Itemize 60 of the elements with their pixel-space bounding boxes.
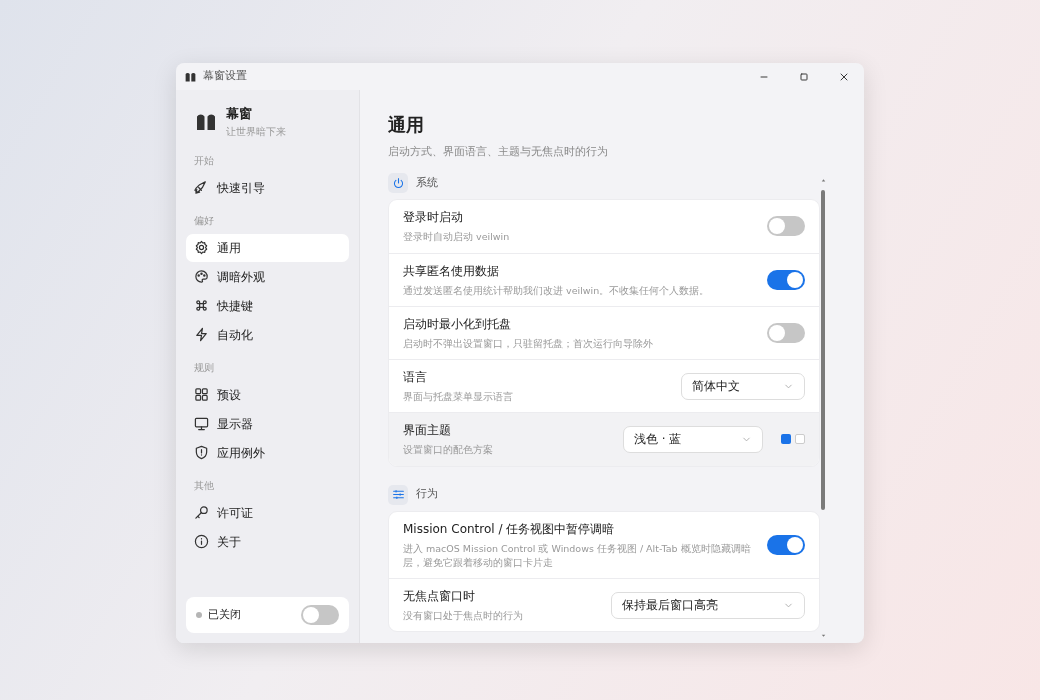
palette-icon xyxy=(194,269,209,284)
sidebar-item[interactable]: 显示器 xyxy=(186,409,349,438)
section-title: 系统 xyxy=(416,175,438,192)
sidebar-item[interactable]: 预设 xyxy=(186,380,349,409)
setting-description: 界面与托盘菜单显示语言 xyxy=(403,390,514,405)
shield-icon xyxy=(194,445,209,460)
group-label: 其他 xyxy=(193,478,215,493)
app-tagline: 让世界暗下来 xyxy=(226,124,286,139)
toggle-switch[interactable] xyxy=(767,534,805,555)
setting-title: 启动时最小化到托盘 xyxy=(403,315,512,333)
scroll-down-icon xyxy=(819,632,827,639)
section-title: 行为 xyxy=(416,486,438,503)
lightning-icon xyxy=(194,327,209,342)
page-subtitle: 启动方式、界面语言、主题与无焦点时的行为 xyxy=(388,143,609,159)
color-swatch[interactable] xyxy=(781,434,791,445)
sidebar-item[interactable]: 快速引导 xyxy=(186,173,349,202)
setting-title: 共享匿名使用数据 xyxy=(403,262,500,280)
setting-title: 语言 xyxy=(403,369,428,387)
dropdown[interactable]: 浅色 · 蓝 xyxy=(623,425,763,453)
setting-title: Mission Control / 任务视图中暂停调暗 xyxy=(403,520,616,538)
maximize-icon[interactable] xyxy=(798,71,810,84)
toggle-switch[interactable] xyxy=(767,322,805,343)
group-label: 偏好 xyxy=(193,213,215,228)
dropdown[interactable]: 保持最后窗口高亮 xyxy=(611,591,805,619)
sidebar-item[interactable]: 许可证 xyxy=(186,498,349,527)
sidebar-item[interactable]: 通用 xyxy=(186,233,349,262)
sidebar-item[interactable]: 快捷键 xyxy=(186,291,349,320)
sidebar-item[interactable]: 调暗外观 xyxy=(186,262,349,291)
sidebar-item[interactable]: 自动化 xyxy=(186,320,349,349)
color-swatch[interactable] xyxy=(795,434,805,445)
status-label: 已关闭 xyxy=(208,606,242,623)
setting-description: 启动时不弹出设置窗口，只驻留托盘；首次运行向导除外 xyxy=(403,336,654,351)
setting-description: 设置窗口的配色方案 xyxy=(403,443,494,458)
rocket-icon xyxy=(194,180,209,195)
sidebar-item[interactable]: 关于 xyxy=(186,527,349,556)
gear-icon xyxy=(194,240,209,255)
app-name: 幕窗 xyxy=(226,105,253,123)
setting-description: 通过发送匿名使用统计帮助我们改进 veilwin。不收集任何个人数据。 xyxy=(403,283,711,298)
group-label: 开始 xyxy=(193,153,215,168)
setting-description: 登录时自动启动 veilwin xyxy=(403,230,511,245)
setting-title: 无焦点窗口时 xyxy=(403,588,476,606)
window-title: 幕窗设置 xyxy=(203,68,247,85)
setting-description: 进入 macOS Mission Control 或 Windows 任务视图 / Alt-Tab 概览时隐藏调暗层，避免它跟着移动的窗口卡片走 xyxy=(403,541,752,570)
grid-icon xyxy=(194,387,209,402)
toggle-switch[interactable] xyxy=(301,605,339,625)
monitor-icon xyxy=(194,416,209,431)
key-icon xyxy=(194,505,209,520)
sidebar-item[interactable]: 应用例外 xyxy=(186,438,349,467)
page-title: 通用 xyxy=(388,114,425,136)
group-label: 规则 xyxy=(193,360,215,375)
setting-title: 登录时启动 xyxy=(403,209,464,227)
toggle-switch[interactable] xyxy=(767,216,805,237)
setting-title: 界面主题 xyxy=(403,422,452,440)
command-icon xyxy=(194,298,209,313)
logo-icon xyxy=(184,70,197,83)
setting-description: 没有窗口处于焦点时的行为 xyxy=(403,609,524,624)
scrollbar-thumb[interactable] xyxy=(821,190,825,511)
toggle-switch[interactable] xyxy=(767,269,805,290)
dropdown[interactable]: 简体中文 xyxy=(681,372,805,400)
info-icon xyxy=(194,534,209,549)
